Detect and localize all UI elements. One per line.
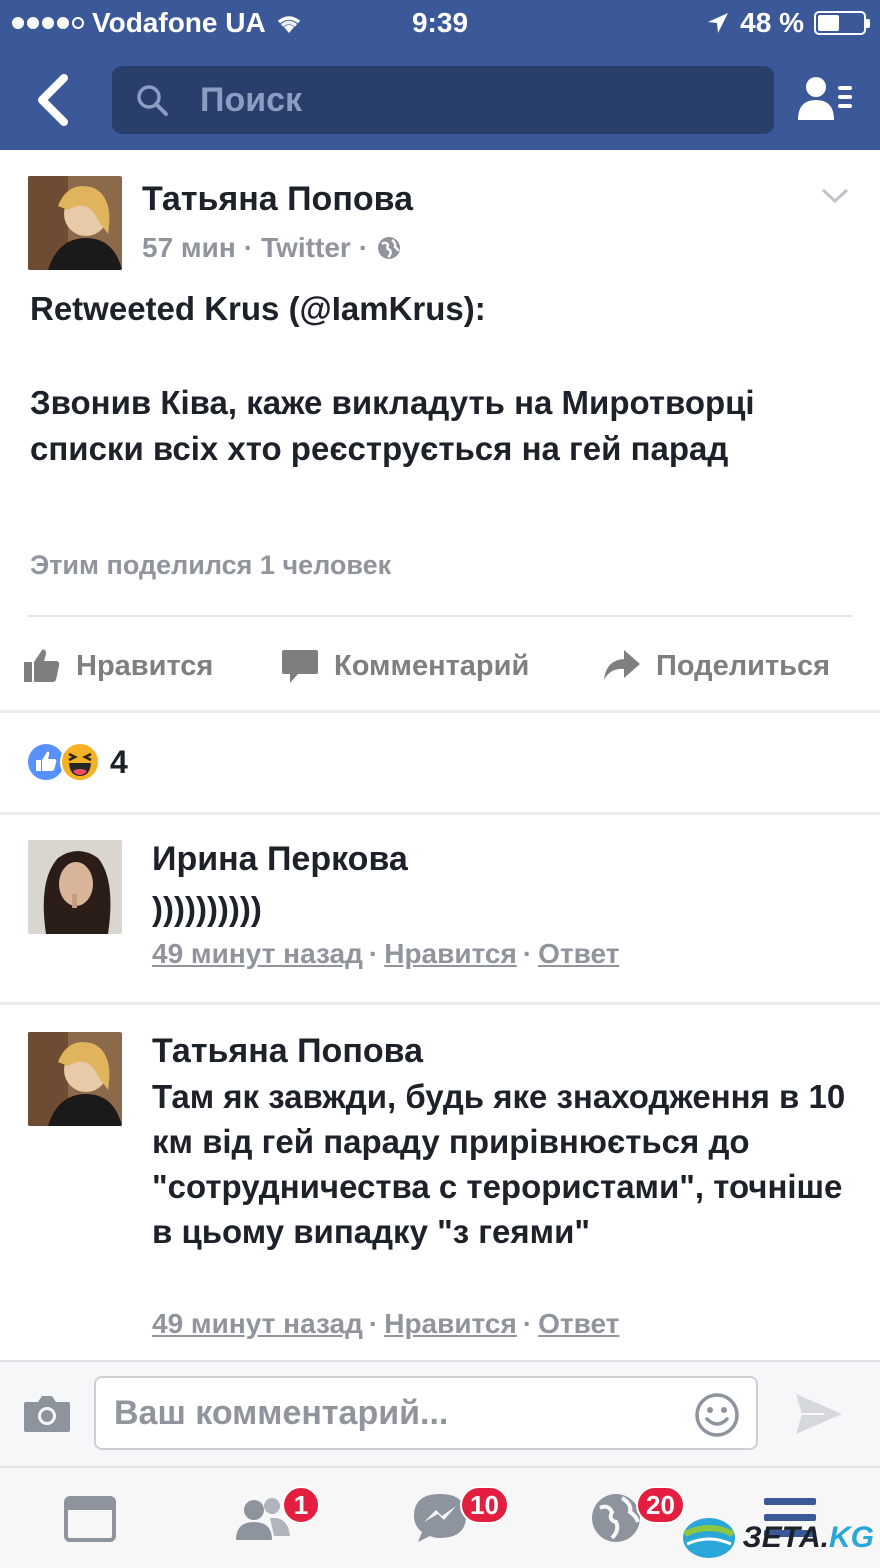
comment-meta: 49 минут назад · Нравится · Ответ: [152, 1308, 619, 1340]
emoji-icon[interactable]: [694, 1392, 740, 1438]
post-body-text: Звонив Ківа, каже викладуть на Миротворц…: [30, 384, 755, 467]
comment-reply-link[interactable]: Ответ: [538, 1308, 619, 1340]
watermark-globe-logo: [682, 1518, 735, 1558]
comment-button[interactable]: Комментарий: [280, 636, 529, 696]
status-bar: Vodafone UA 9:39 48 %: [0, 0, 880, 48]
send-icon[interactable]: [794, 1392, 844, 1436]
location-arrow-icon: [708, 13, 729, 33]
post-actions-bar: Нравится Комментарий Поделиться: [0, 636, 880, 696]
comment-bubble-icon: [282, 650, 318, 683]
friends-badge: 1: [282, 1486, 320, 1524]
meta-separator: ·: [522, 1308, 533, 1339]
comment-text: Там як завжди, будь яке знаходження в 10…: [152, 1078, 846, 1250]
share-button[interactable]: Поделиться: [602, 636, 830, 696]
meta-separator: ·: [358, 232, 369, 263]
comment-time[interactable]: 49 минут назад: [152, 1308, 363, 1340]
post-options-chevron-icon[interactable]: [820, 186, 850, 206]
post-source: Twitter: [261, 232, 351, 263]
share-label: Поделиться: [656, 649, 831, 682]
comment-composer: Ваш комментарий...: [0, 1360, 880, 1466]
thumbs-up-icon: [24, 649, 60, 682]
battery-level: [818, 15, 840, 31]
meta-separator: ·: [368, 938, 379, 969]
top-navigation-bar: Vodafone UA 9:39 48 % Поиск: [0, 0, 880, 150]
battery-group: 48 %: [706, 7, 870, 39]
notifications-badge: 20: [636, 1486, 685, 1524]
zeta-kg-watermark: ЗЕТА.KG: [681, 1512, 874, 1564]
comment-avatar[interactable]: [28, 1032, 122, 1126]
comment-label: Комментарий: [334, 649, 530, 682]
comment-placeholder: Ваш комментарий...: [114, 1393, 449, 1432]
search-placeholder: Поиск: [200, 80, 303, 119]
comment-reply-link[interactable]: Ответ: [538, 938, 619, 970]
friend-requests-icon[interactable]: [796, 74, 854, 124]
meta-separator: ·: [522, 938, 533, 969]
comment-author-name[interactable]: Татьяна Попова: [152, 1032, 423, 1071]
divider: [28, 615, 852, 617]
battery-percent: 48 %: [740, 7, 804, 38]
post-meta: 57 мин · Twitter ·: [142, 232, 402, 264]
section-separator: [0, 1002, 880, 1005]
comment-avatar[interactable]: [28, 840, 122, 934]
search-input[interactable]: Поиск: [112, 66, 774, 134]
watermark-brand: ЗЕТА.KG: [742, 1521, 874, 1554]
comment-meta: 49 минут назад · Нравится · Ответ: [152, 938, 619, 970]
meta-separator: ·: [368, 1308, 379, 1339]
post-retweet-line: Retweeted Krus (@IamKrus):: [30, 290, 486, 327]
post-time[interactable]: 57 мин: [142, 232, 236, 264]
haha-reaction-icon: [60, 742, 100, 782]
comment-author-name[interactable]: Ирина Перкова: [152, 840, 408, 879]
post-author-name[interactable]: Татьяна Попова: [142, 180, 413, 219]
camera-icon[interactable]: [22, 1394, 72, 1434]
news-feed-tab-icon[interactable]: [60, 1490, 120, 1546]
globe-icon: [378, 237, 401, 259]
search-icon: [137, 85, 168, 116]
comment-time[interactable]: 49 минут назад: [152, 938, 363, 970]
section-separator: [0, 812, 880, 815]
back-chevron-icon[interactable]: [30, 72, 76, 128]
battery-icon: [814, 11, 870, 35]
like-button[interactable]: Нравится: [22, 636, 213, 696]
comment-input[interactable]: Ваш комментарий...: [94, 1376, 758, 1450]
meta-separator: ·: [243, 232, 254, 263]
post-author-avatar[interactable]: [28, 176, 122, 270]
comment-like-link[interactable]: Нравится: [384, 938, 517, 970]
section-separator: [0, 710, 880, 713]
reactions-count: 4: [110, 743, 128, 780]
comment-text: )))))))))): [152, 890, 262, 927]
like-label: Нравится: [76, 649, 214, 682]
messages-badge: 10: [460, 1486, 509, 1524]
share-arrow-icon: [604, 650, 640, 680]
comment-like-link[interactable]: Нравится: [384, 1308, 517, 1340]
reactions-summary[interactable]: 4: [26, 742, 128, 782]
share-count-text[interactable]: Этим поделился 1 человек: [30, 550, 391, 581]
